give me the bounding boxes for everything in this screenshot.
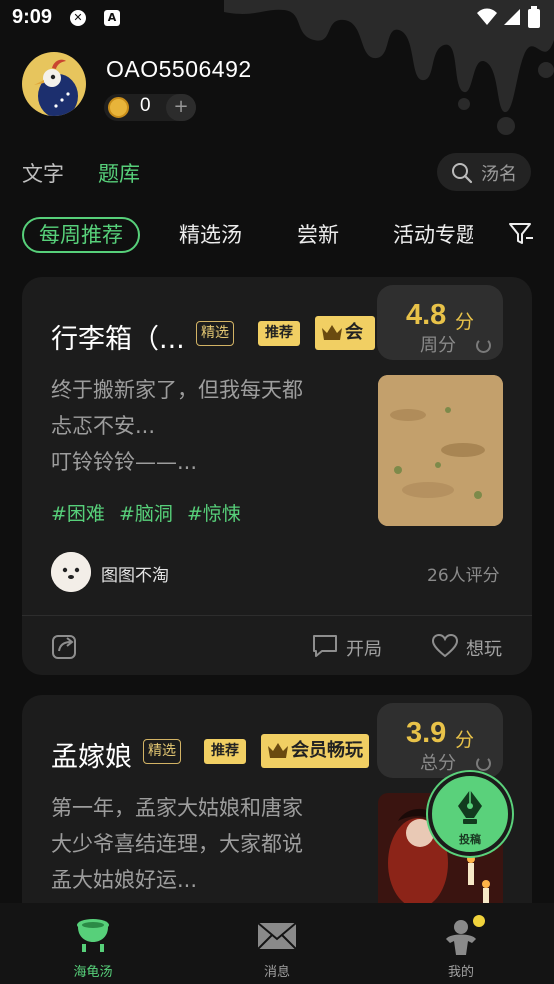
score-value: 3.9 [406,717,447,749]
tag-recommend: 推荐 [258,321,300,346]
hashtag[interactable]: #困难 [51,503,105,525]
coin-balance: 0 + [104,94,196,121]
hashtag[interactable]: #惊悚 [187,503,241,525]
add-coins-button[interactable]: + [166,94,196,121]
wifi-icon [477,8,497,25]
search-placeholder: 汤名 [481,164,517,185]
shield-x-icon: ✕ [70,10,86,26]
fab-label: 投稿 [459,833,481,846]
chip-events[interactable]: 活动专题 [393,217,473,253]
bottom-navigation: 海龟汤 消息 我的 [0,903,554,984]
tab-text[interactable]: 文字 [22,158,64,188]
score-value: 4.8 [406,299,447,331]
card-description: 终于搬新家了，但我每天都 忐忑不安... 叮铃铃铃——... [51,378,303,474]
divider [22,615,532,616]
score-unit: 分 [455,729,475,751]
hashtag-list: #困难 #脑洞 #惊悚 [51,499,241,526]
tag-featured: 精选 [196,321,234,346]
tag-recommend: 推荐 [204,739,246,764]
nav-messages[interactable]: 消息 [217,903,337,984]
envelope-icon [257,922,297,950]
submit-puzzle-button[interactable]: 投稿 [428,772,512,856]
signal-icon [504,9,520,25]
a-icon: A [104,10,120,26]
search-icon [452,163,473,184]
score-box: 4.8 分 周分 [377,285,503,360]
nav-profile[interactable]: 我的 [401,903,521,984]
crown-icon [268,743,288,758]
chat-icon[interactable] [311,633,339,659]
puzzle-card[interactable]: 行李箱（... 精选 推荐 会员畅玩 4.8 分 周分 终于搬新家了，但我每天都… [22,277,532,675]
score-label: 总分 [420,753,456,774]
chip-weekly-recommend[interactable]: 每周推荐 [22,217,140,253]
pen-nib-icon [458,790,482,824]
chip-featured[interactable]: 精选汤 [179,217,242,253]
refresh-icon[interactable] [476,756,491,771]
want-to-play-button[interactable]: 想玩 [466,635,502,661]
score-unit: 分 [455,311,475,333]
cover-image-desert [378,375,503,526]
tag-vip: 会员畅玩 [315,316,375,350]
author-avatar[interactable] [51,552,91,592]
card-title: 行李箱（... [51,324,185,355]
username: OAO5506492 [106,56,252,82]
score-label: 周分 [420,335,456,356]
chip-new[interactable]: 尝新 [297,217,339,253]
user-avatar[interactable] [22,52,86,116]
status-time: 9:09 [12,6,53,28]
start-game-button[interactable]: 开局 [346,635,382,661]
tag-featured: 精选 [143,739,181,764]
cauldron-icon [77,919,109,952]
coin-count: 0 [140,95,151,116]
card-description: 第一年，孟家大姑娘和唐家 大少爷喜结连理，大家都说 孟大姑娘好运... [51,796,303,892]
search-button[interactable]: 汤名 [437,153,531,191]
author-name[interactable]: 图图不淘 [101,561,169,586]
tab-question-bank[interactable]: 题库 [98,158,140,188]
rating-count: 26人评分 [427,566,500,586]
tag-vip: 会员畅玩 [261,734,369,768]
share-icon[interactable] [51,632,79,660]
coin-icon [108,97,129,118]
hashtag[interactable]: #脑洞 [119,503,173,525]
notification-dot [473,915,485,927]
card-title: 孟嫁娘 [51,742,132,773]
nav-turtle-soup[interactable]: 海龟汤 [33,903,153,984]
filter-icon[interactable] [508,221,534,247]
refresh-icon[interactable] [476,338,491,353]
battery-icon [528,6,540,28]
crown-icon [322,325,342,340]
heart-icon[interactable] [431,633,459,659]
score-box: 3.9 分 总分 [377,703,503,778]
